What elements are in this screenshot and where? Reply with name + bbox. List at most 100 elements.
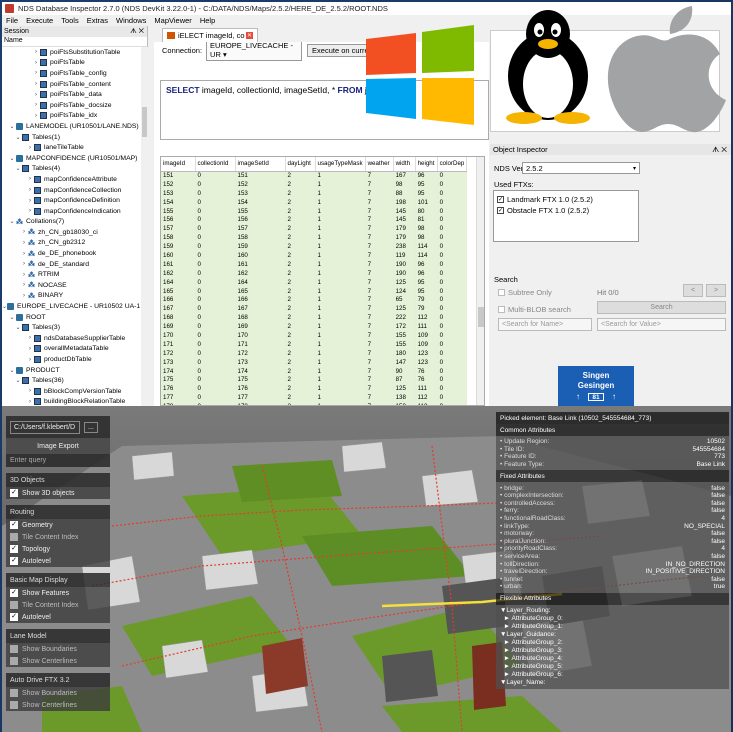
chevron-right-icon[interactable]: › [32, 113, 40, 119]
table-row[interactable]: 169 0 169 2 1 7 172 111 0 [161, 322, 468, 332]
checkbox-icon[interactable] [10, 701, 18, 709]
layer-toggle[interactable]: ✓ Autolevel [6, 611, 110, 623]
flexible-attribute-node[interactable]: ▼Layer_Name: [500, 679, 725, 687]
tree-node[interactable]: ⌄ EUROPE_LIVECACHE - UR10502 UA-1 [2, 301, 140, 312]
chevron-right-icon[interactable]: › [20, 251, 28, 257]
tree-node[interactable]: ⌄ ⁂ Collations(7) [2, 217, 140, 228]
flexible-attribute-node[interactable]: ► AttributeGroup_4: [500, 655, 725, 663]
checkbox-icon[interactable] [10, 657, 18, 665]
checkbox-checked-icon[interactable]: ✓ [10, 557, 18, 565]
close-tab-icon[interactable]: ✕ [246, 32, 253, 39]
table-row[interactable]: 155 0 155 2 1 7 145 80 0 [161, 206, 468, 216]
checkbox-icon[interactable] [10, 645, 18, 653]
tree-node[interactable]: › ⁂ de_DE_standard [2, 259, 140, 270]
table-row[interactable]: 170 0 170 2 1 7 155 109 0 [161, 331, 468, 340]
tree-node[interactable]: › poiFtsTable_docsize [2, 100, 140, 111]
checkbox-icon[interactable] [10, 601, 18, 609]
layer-toggle[interactable]: ✓ Show 3D objects [6, 487, 110, 499]
scrollbar-thumb[interactable] [142, 107, 147, 137]
table-row[interactable]: 162 0 162 2 1 7 190 96 0 [161, 268, 468, 278]
chevron-down-icon[interactable]: ⌄ [8, 218, 16, 225]
layer-toggle[interactable]: Tile Content Index [6, 531, 110, 543]
tree-node[interactable]: › ⁂ zh_CN_gb2312 [2, 238, 140, 249]
chevron-down-icon[interactable]: ⌄ [8, 314, 16, 321]
chevron-right-icon[interactable]: › [26, 176, 34, 182]
multi-blob-option[interactable]: Multi-BLOB search [498, 305, 571, 314]
chevron-down-icon[interactable]: ⌄ [14, 377, 22, 384]
grid-scrollbar-thumb[interactable] [478, 307, 484, 327]
tree-node[interactable]: › ⁂ zh_CN_gb18030_ci [2, 227, 140, 238]
checkbox-checked-icon[interactable]: ✓ [10, 613, 18, 621]
chevron-right-icon[interactable]: › [26, 198, 34, 204]
layer-toggle[interactable]: Show Boundaries [6, 687, 110, 699]
tree-node[interactable]: › laneTileTable [2, 142, 140, 153]
table-row[interactable]: 168 0 168 2 1 7 222 112 0 [161, 313, 468, 323]
chevron-right-icon[interactable]: › [32, 49, 40, 55]
checkbox-icon[interactable] [10, 689, 18, 697]
table-row[interactable]: 164 0 164 2 1 7 125 95 0 [161, 277, 468, 287]
layer-toggle[interactable]: Show Boundaries [6, 643, 110, 655]
chevron-right-icon[interactable]: › [20, 229, 28, 235]
layer-toggle[interactable]: ✓ Topology [6, 543, 110, 555]
table-row[interactable]: 159 0 159 2 1 7 238 114 0 [161, 242, 468, 252]
chevron-right-icon[interactable]: › [26, 208, 34, 214]
next-hit-button[interactable]: > [706, 284, 726, 297]
tree-node[interactable]: › bBlockCompVersionTable [2, 386, 140, 397]
flexible-attribute-node[interactable]: ► AttributeGroup_5: [500, 663, 725, 671]
tree-node[interactable]: › poiFtsTable [2, 58, 140, 69]
image-export-button[interactable]: Image Export [6, 438, 110, 454]
checkbox-checked-icon[interactable]: ✓ [497, 207, 504, 214]
column-header[interactable]: imageId [161, 157, 196, 172]
column-header[interactable]: collectionId [195, 157, 236, 172]
prev-hit-button[interactable]: < [683, 284, 703, 297]
menu-tools[interactable]: Tools [61, 16, 79, 25]
search-name-input[interactable]: <Search for Name> [498, 318, 592, 331]
flexible-attribute-node[interactable]: ► AttributeGroup_3: [500, 647, 725, 655]
column-header[interactable]: dayLight [285, 157, 316, 172]
tree-node[interactable]: ⌄ MAPCONFIDENCE (UR10501/MAP) [2, 153, 140, 164]
grid-scrollbar[interactable] [476, 157, 484, 405]
column-header[interactable]: usageTypeMask [315, 157, 366, 172]
chevron-down-icon[interactable]: ⌄ [8, 155, 16, 162]
chevron-right-icon[interactable]: › [20, 240, 28, 246]
search-value-input[interactable]: <Search for Value> [597, 318, 726, 331]
chevron-right-icon[interactable]: › [26, 335, 34, 341]
flexible-attribute-node[interactable]: ► AttributeGroup_6: [500, 671, 725, 679]
checkbox-checked-icon[interactable]: ✓ [10, 489, 18, 497]
tree-node[interactable]: › buildingBlockRelationTable [2, 397, 140, 406]
tree-node[interactable]: › ⁂ NOCASE [2, 280, 140, 291]
tree-node[interactable]: ⌄ Tables(36) [2, 375, 140, 386]
chevron-right-icon[interactable]: › [32, 70, 40, 76]
tree-scrollbar[interactable] [141, 47, 148, 406]
tree-node[interactable]: › overallMetadataTable [2, 344, 140, 355]
layer-toggle[interactable]: Tile Content Index [6, 599, 110, 611]
column-header[interactable]: weather [365, 157, 394, 172]
column-header[interactable]: height [415, 157, 438, 172]
checkbox-checked-icon[interactable]: ✓ [10, 589, 18, 597]
tree-node[interactable]: ⌄ PRODUCT [2, 365, 140, 376]
ftx-item[interactable]: ✓ Obstacle FTX 1.0 (2.5.2) [497, 205, 635, 216]
flexible-attribute-node[interactable]: ► AttributeGroup_2: [500, 639, 725, 647]
column-header[interactable]: imageSetId [235, 157, 286, 172]
column-header[interactable]: width [393, 157, 416, 172]
tree-node[interactable]: › poiFtsTable_content [2, 79, 140, 90]
checkbox-icon[interactable] [498, 289, 505, 296]
tree-node[interactable]: › poiFtsTable_config [2, 68, 140, 79]
tree-node[interactable]: › mapConfidenceDefinition [2, 195, 140, 206]
tree-node[interactable]: › ⁂ BINARY [2, 291, 140, 302]
close-icon[interactable]: ᗑ ✕ [130, 28, 144, 36]
table-row[interactable]: 172 0 172 2 1 7 180 123 0 [161, 348, 468, 358]
column-header[interactable]: colorDep [437, 157, 468, 172]
table-row[interactable]: 158 0 158 2 1 7 179 98 0 [161, 233, 468, 243]
menu-extras[interactable]: Extras [87, 16, 108, 25]
table-row[interactable]: 177 0 177 2 1 7 138 112 0 [161, 393, 468, 403]
checkbox-checked-icon[interactable]: ✓ [10, 545, 18, 553]
tree-node[interactable]: › poiFtsTable_data [2, 89, 140, 100]
checkbox-icon[interactable] [498, 306, 505, 313]
chevron-right-icon[interactable]: › [26, 145, 34, 151]
tree-node[interactable]: ⌄ LANEMODEL (UR10501/LANE.NDS) [2, 121, 140, 132]
chevron-down-icon[interactable]: ⌄ [14, 165, 22, 172]
tree-node[interactable]: ⌄ Tables(4) [2, 164, 140, 175]
search-button[interactable]: Search [597, 301, 726, 314]
ftx-item[interactable]: ✓ Landmark FTX 1.0 (2.5.2) [497, 194, 635, 205]
